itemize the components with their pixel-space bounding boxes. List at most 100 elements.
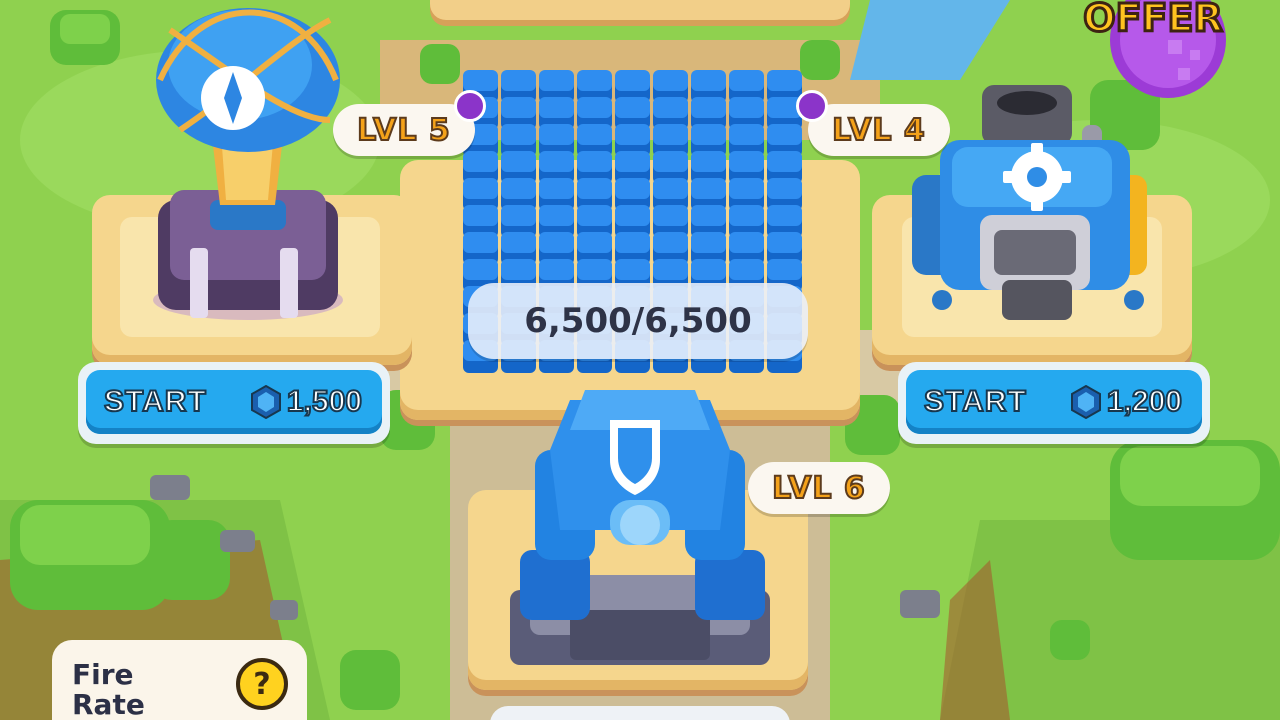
storage-cube-top — [501, 124, 536, 145]
storage-cube-top — [767, 205, 802, 226]
storage-cube-top — [501, 70, 536, 91]
storage-cube-top — [577, 205, 612, 226]
storage-cube-top — [691, 205, 726, 226]
storage-cube-top — [463, 205, 498, 226]
storage-capacity-text: 6,500/6,500 — [524, 301, 752, 341]
storage-cube-top — [615, 70, 650, 91]
storage-cube-top — [691, 151, 726, 172]
storage-cube-top — [729, 259, 764, 280]
storage-cube-top — [691, 178, 726, 199]
radar-level-badge: LVL 5 — [333, 104, 475, 156]
storage-cube-top — [539, 70, 574, 91]
storage-cube-top — [653, 178, 688, 199]
storage-cube-top — [767, 178, 802, 199]
storage-cube-top — [653, 259, 688, 280]
storage-cube-top — [691, 124, 726, 145]
storage-cube-top — [729, 70, 764, 91]
offer-button[interactable]: OFFER — [1068, 0, 1238, 100]
storage-cube-top — [463, 151, 498, 172]
storage-level-dot — [796, 90, 828, 122]
storage-cube-top — [539, 232, 574, 253]
radar-building[interactable] — [140, 0, 360, 330]
factory-start-label: START — [923, 384, 1027, 419]
storage-cube-top — [577, 151, 612, 172]
storage-cube-top — [691, 70, 726, 91]
currency-hex-icon — [1070, 385, 1101, 419]
fire-rate-panel[interactable]: Fire Rate ? — [52, 640, 307, 720]
storage-cube-top — [577, 232, 612, 253]
storage-cube-top — [653, 205, 688, 226]
storage-cube-top — [691, 259, 726, 280]
bottom-action-button[interactable] — [490, 706, 790, 720]
storage-cube-top — [767, 151, 802, 172]
storage-cube-top — [577, 70, 612, 91]
storage-cube-top — [463, 232, 498, 253]
storage-cube-top — [691, 232, 726, 253]
storage-cube-top — [539, 151, 574, 172]
offer-label: OFFER — [1082, 0, 1224, 42]
storage-cube-top — [615, 97, 650, 118]
storage-cube-top — [501, 97, 536, 118]
storage-cube-top — [577, 124, 612, 145]
storage-cube-top — [691, 97, 726, 118]
storage-cube-top — [729, 97, 764, 118]
storage-cube-top — [501, 232, 536, 253]
turret-level-text: LVL 6 — [771, 470, 866, 507]
factory-cost-value: 1,200 — [1106, 384, 1183, 419]
storage-cube-top — [767, 124, 802, 145]
top-pad — [430, 0, 850, 20]
radar-cost: 1,500 — [250, 384, 363, 419]
storage-cube-top — [767, 70, 802, 91]
storage-level-text: LVL 4 — [831, 112, 926, 149]
fire-rate-title: Fire Rate — [72, 660, 212, 720]
storage-cube-top — [539, 124, 574, 145]
storage-level-badge: LVL 4 — [808, 104, 950, 156]
storage-cube-top — [501, 178, 536, 199]
storage-cube-top — [463, 178, 498, 199]
storage-cube-top — [653, 232, 688, 253]
storage-cube-top — [653, 124, 688, 145]
storage-cube-top — [653, 97, 688, 118]
storage-cube-top — [539, 97, 574, 118]
storage-capacity-label: 6,500/6,500 — [468, 283, 808, 359]
factory-cost: 1,200 — [1070, 384, 1183, 419]
storage-cube-top — [501, 205, 536, 226]
radar-level-text: LVL 5 — [356, 112, 451, 149]
storage-cube-top — [615, 124, 650, 145]
storage-cube-top — [729, 178, 764, 199]
storage-cube-top — [463, 70, 498, 91]
storage-cube-top — [729, 232, 764, 253]
storage-cube-top — [501, 151, 536, 172]
storage-cube-top — [501, 259, 536, 280]
storage-cube-top — [729, 124, 764, 145]
radar-start-button[interactable]: START 1,500 — [78, 362, 390, 444]
compass-icon — [201, 66, 265, 130]
storage-cube-top — [729, 151, 764, 172]
fire-rate-title-line2: Rate — [72, 688, 145, 720]
storage-cube-top — [463, 259, 498, 280]
game-scene: LVL 5 LVL 4 LVL 6 6,500/6,500 START 1,50… — [0, 0, 1280, 720]
storage-cube-top — [577, 97, 612, 118]
storage-cube-top — [615, 178, 650, 199]
turret-building[interactable] — [510, 360, 770, 670]
storage-cube-top — [577, 259, 612, 280]
radar-level-dot — [454, 90, 486, 122]
storage-cube-top — [615, 232, 650, 253]
storage-cube-top — [577, 178, 612, 199]
help-icon[interactable]: ? — [236, 658, 288, 710]
storage-cube-top — [767, 259, 802, 280]
storage-cube-top — [615, 259, 650, 280]
turret-level-badge: LVL 6 — [748, 462, 890, 514]
radar-start-label: START — [103, 384, 207, 419]
storage-cube-top — [615, 205, 650, 226]
storage-cube-top — [653, 70, 688, 91]
factory-start-button[interactable]: START 1,200 — [898, 362, 1210, 444]
storage-cube-top — [539, 205, 574, 226]
fire-rate-title-line1: Fire — [72, 658, 134, 691]
currency-hex-icon — [250, 385, 281, 419]
radar-cost-value: 1,500 — [286, 384, 363, 419]
storage-cube-top — [539, 178, 574, 199]
storage-cube-top — [767, 232, 802, 253]
storage-cube-top — [729, 205, 764, 226]
storage-cube-top — [653, 151, 688, 172]
